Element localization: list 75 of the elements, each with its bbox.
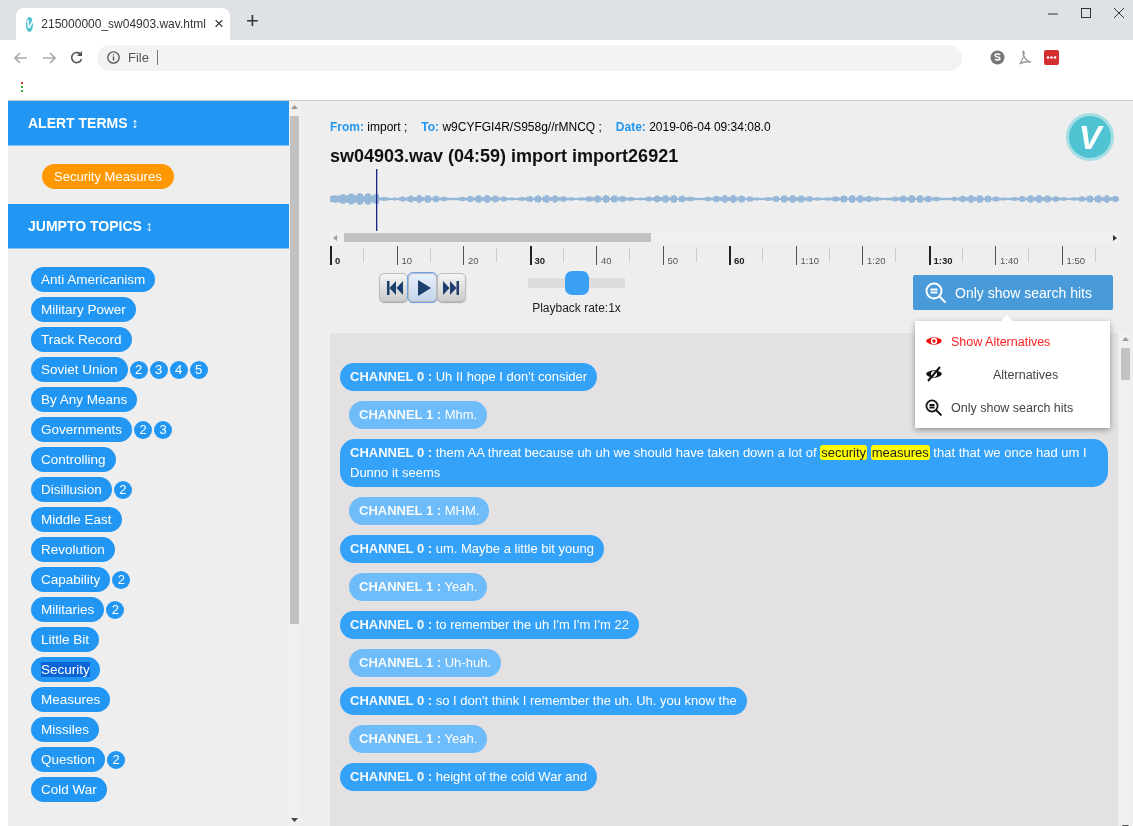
tick-label: 40 — [601, 255, 612, 266]
meta-field: From: import ; — [330, 120, 408, 134]
transcript-bubble[interactable]: CHANNEL 0 : height of the cold War and — [340, 763, 597, 791]
transcript-bubble[interactable]: CHANNEL 1 : Uh-huh. — [349, 649, 501, 677]
section-title: ALERT TERMS — [28, 115, 128, 131]
tick-label: 1:40 — [1000, 255, 1019, 266]
transcript-bubble[interactable]: CHANNEL 1 : Mhm. — [349, 401, 488, 429]
topic-tag[interactable]: By Any Means — [31, 387, 138, 412]
sort-toggle[interactable]: ↕ — [145, 218, 153, 234]
tab-title: 215000000_sw04903.wav.html — [41, 17, 206, 31]
topic-tag[interactable]: Track Record — [31, 327, 132, 352]
favicon: V — [26, 16, 34, 32]
topic-tag[interactable]: Soviet Union — [31, 357, 128, 382]
tick-label: 20 — [468, 255, 479, 266]
tick-label: 30 — [534, 255, 546, 266]
app-logo: V — [1066, 113, 1114, 161]
transcript-bubble[interactable]: CHANNEL 0 : Uh II hope I don't consider — [340, 363, 598, 391]
menu-item[interactable]: Only show search hits — [915, 391, 1110, 424]
topic-tag[interactable]: Middle East — [31, 507, 122, 532]
alert-term-tag[interactable]: Security Measures — [42, 164, 174, 189]
sort-toggle[interactable]: ↕ — [131, 115, 139, 131]
address-bar[interactable]: File — [97, 44, 962, 71]
meta-field: To: w9CYFGI4R/S958g//rMNCQ ; — [421, 120, 602, 134]
topic-tag[interactable]: Military Power — [31, 297, 136, 322]
topic-tag[interactable]: Governments — [31, 417, 133, 442]
playback-rate-label: Playback rate:1x — [532, 301, 621, 315]
filter-dropdown-button[interactable]: Only show search hits — [913, 275, 1113, 310]
section-title: JUMPTO TOPICS — [28, 218, 142, 234]
tick-label: 60 — [734, 255, 745, 266]
new-tab-button[interactable]: + — [246, 8, 259, 34]
section-header[interactable]: JUMPTO TOPICS ↕ — [8, 204, 289, 249]
tick-label: 0 — [335, 255, 341, 266]
address-scheme: File — [128, 50, 149, 65]
transcript-bubble[interactable]: CHANNEL 0 : to remember the uh I'm I'm I'm 22 — [340, 611, 639, 639]
browser-tab[interactable]: V 215000000_sw04903.wav.html × — [16, 8, 230, 40]
meta-field: Date: 2019-06-04 09:34:08.0 — [615, 120, 771, 134]
topic-tag[interactable]: Measures — [31, 687, 111, 712]
topic-tag[interactable]: Security — [31, 657, 100, 682]
menu-item[interactable]: Show Alternatives — [915, 325, 1110, 358]
topic-tag[interactable]: Controlling — [31, 447, 116, 472]
transcript-bubble[interactable]: CHANNEL 0 : so I don't think I remember the uh. Uh. you know the — [340, 687, 747, 715]
occurrence-badge[interactable]: 3 — [154, 420, 173, 439]
topic-tag[interactable]: Revolution — [31, 537, 115, 562]
occurrence-badge[interactable]: 2 — [129, 360, 148, 379]
occurrence-badge[interactable]: 5 — [189, 360, 208, 379]
tick-label: 10 — [401, 255, 413, 266]
occurrence-badge[interactable]: 2 — [113, 480, 132, 499]
tab-close-button[interactable]: × — [213, 14, 224, 34]
topic-tag[interactable]: Question — [31, 747, 106, 772]
occurrence-badge[interactable]: 2 — [107, 750, 126, 769]
tick-label: 1:20 — [867, 255, 886, 266]
topic-tag[interactable]: Anti Americanism — [31, 267, 156, 292]
transcript-bubble[interactable]: CHANNEL 1 : MHM. — [349, 497, 490, 525]
occurrence-badge[interactable]: 4 — [169, 360, 188, 379]
topic-tag[interactable]: Disillusion — [31, 477, 112, 502]
topic-tag[interactable]: Militaries — [31, 597, 105, 622]
tick-label: 50 — [667, 255, 679, 266]
section-header[interactable]: ALERT TERMS ↕ — [8, 101, 289, 146]
transcript-bubble[interactable]: CHANNEL 0 : them AA threat because uh uh we should have taken down a lot of security measures that that we once had um I Dunno it seems — [340, 439, 1108, 487]
occurrence-badge[interactable]: 2 — [106, 600, 125, 619]
topic-tag[interactable]: Little Bit — [31, 627, 100, 652]
transcript-bubble[interactable]: CHANNEL 1 : Yeah. — [349, 573, 488, 601]
tick-label: 1:10 — [800, 255, 819, 266]
topic-tag[interactable]: Cold War — [31, 777, 107, 802]
transcript-bubble[interactable]: CHANNEL 1 : Yeah. — [349, 725, 488, 753]
tick-label: 1:30 — [933, 255, 953, 266]
transcript-bubble[interactable]: CHANNEL 0 : um. Maybe a little bit young — [340, 535, 604, 563]
menu-item[interactable]: Alternatives — [915, 358, 1110, 391]
recording-title: sw04903.wav (04:59) import import26921 — [330, 146, 680, 167]
topic-tag[interactable]: Capability — [31, 567, 111, 592]
occurrence-badge[interactable]: 2 — [134, 420, 153, 439]
tick-label: 1:50 — [1066, 255, 1085, 266]
topic-tag[interactable]: Missiles — [31, 717, 99, 742]
occurrence-badge[interactable]: 3 — [149, 360, 168, 379]
occurrence-badge[interactable]: 2 — [112, 570, 131, 589]
